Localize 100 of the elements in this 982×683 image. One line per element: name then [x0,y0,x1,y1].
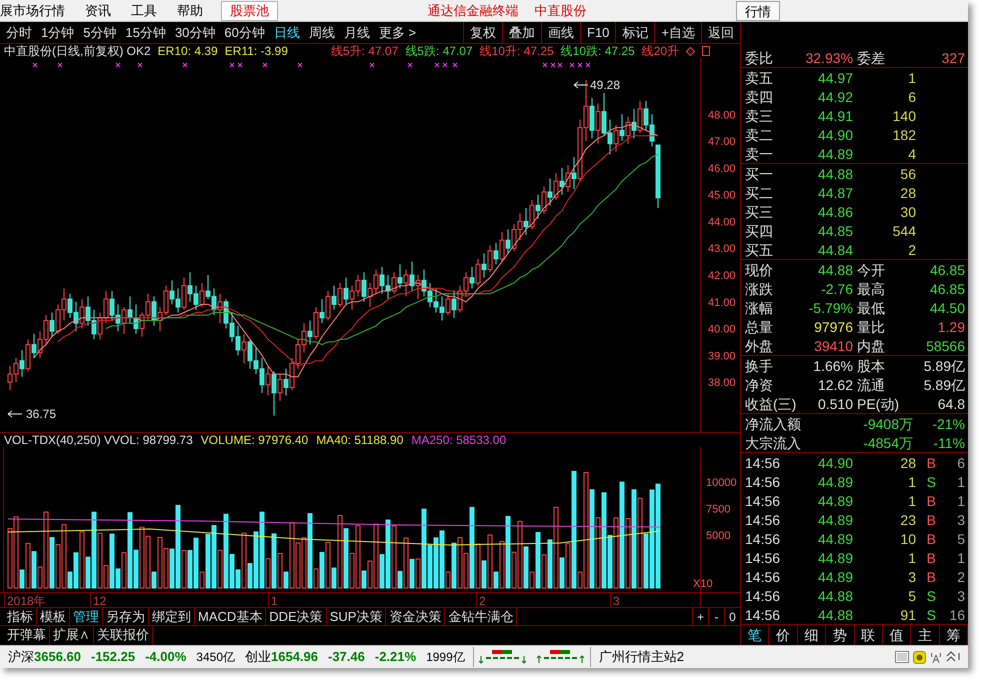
trade-time: 14:56 [745,570,782,584]
toolbar-button[interactable]: 画线 [541,22,580,43]
toolbar-button[interactable]: 返回 [701,22,740,43]
order-volume: 182 [892,128,916,142]
trade-count: 1 [956,474,965,488]
quote-label: 量比 [856,320,886,334]
antenna-icon[interactable] [930,650,942,664]
indicator-value: 线5跌: 47.07 [405,45,473,57]
index-change: -37.46 [328,648,365,666]
trade-side: B [926,532,936,546]
trade-side: B [926,512,936,526]
quote-value: 39410 [813,338,853,352]
arrow-icon [8,410,22,418]
indicator-tab[interactable]: MACD基本 [195,606,266,626]
menu-item[interactable]: 工具 [121,0,167,20]
trade-volume: 91 [899,608,916,622]
market-breadth-icon [478,650,528,664]
indicator-value: 线5升: 47.07 [330,45,398,57]
period-tab[interactable]: 更多 > [378,22,416,42]
period-tab[interactable]: 月线 [344,22,370,42]
order-volume: 140 [892,108,916,122]
indicator-tab[interactable]: 金钻牛满仓 [445,606,518,626]
menu-item[interactable]: 资讯 [75,0,121,20]
toolbar-button[interactable]: 复权 [463,22,502,43]
menu-item[interactable]: 展市场行情 [0,0,75,20]
trade-count: 16 [948,608,965,622]
period-tab[interactable]: 15分钟 [125,22,166,42]
unit-label: X10 [693,578,713,590]
indicator-tab[interactable]: 绑定到 [149,606,195,626]
indicator-tab[interactable]: 资金决策 [386,606,446,626]
zoom-button[interactable]: - [708,608,724,626]
axis-label: 46.00 [708,162,736,175]
trade-side: S [926,588,936,602]
trade-count: 2 [956,570,965,584]
indicator-tab[interactable]: 另存为 [103,606,149,626]
arrows-icon[interactable] [946,651,962,663]
menu-item[interactable]: 股票池 [221,0,278,20]
axis-label: 45.00 [708,190,736,202]
indicator-tab[interactable]: 指标 [4,606,37,626]
toolbar-button[interactable]: F10 [580,22,616,43]
flow-label: 净流入额 [745,416,802,430]
order-volume: 2 [907,242,916,256]
order-volume: 28 [899,186,916,200]
trade-volume: 28 [899,456,916,470]
period-tab[interactable]: 1分钟 [41,22,74,42]
trade-price: 44.88 [816,608,853,622]
period-tab[interactable]: 日线 [274,22,300,42]
quote-label: 涨跌 [745,282,774,296]
high-price-label: 49.28 [590,78,620,92]
period-tab[interactable]: 60分钟 [224,22,265,42]
toolbar-button[interactable]: +自选 [654,22,701,43]
quote-label: 净资 [745,378,774,392]
index-name: 沪深3656.60 [8,648,81,666]
indicator-tab[interactable]: 模板 [37,606,70,626]
low-price-label: 36.75 [26,407,56,421]
axis-label: 38.00 [708,377,736,390]
order-price: 44.85 [816,224,853,238]
indicator-value: MA40: 51188.90 [316,434,404,446]
order-price: 44.87 [816,186,853,200]
quote-value: 32.93% [804,50,853,64]
diamond-icon[interactable] [686,46,696,56]
period-tab[interactable]: 周线 [308,22,335,42]
trade-count: 5 [956,532,965,546]
date-label: 3 [613,594,620,608]
order-price: 44.86 [816,204,853,218]
indicator-tab[interactable]: SUP决策 [326,606,386,626]
axis-label: 7500 [706,504,730,516]
coin-icon[interactable] [913,650,926,664]
market-button[interactable]: 行情 [736,0,780,20]
trade-volume: 1 [907,474,916,488]
zoom-button[interactable]: + [692,608,708,626]
quote-label: 股本 [856,358,886,372]
order-price: 44.92 [816,90,853,104]
window-title: 通达信金融终端 [428,2,518,20]
zoom-button[interactable]: 0 [724,608,740,626]
axis-label: 39.00 [708,350,736,362]
toolbar-button[interactable]: 叠加 [502,22,541,43]
axis-label: 48.00 [708,109,736,122]
axis-label: 44.00 [708,216,736,228]
quote-label: 委比 [745,50,774,64]
menu-item[interactable]: 帮助 [167,0,213,20]
trade-price: 44.89 [816,550,853,564]
period-tab[interactable]: 5分钟 [83,22,116,42]
quote-label: 内盘 [856,338,886,352]
indicator-tab[interactable]: 管理 [70,606,103,626]
indicator-value: MA250: 58533.00 [411,434,506,446]
trade-count: 3 [956,512,965,526]
quote-label: 今开 [856,262,886,276]
period-tab[interactable]: 分时 [6,22,32,42]
order-label: 买三 [745,204,774,218]
toolbar-button[interactable]: 标记 [615,22,654,43]
period-tab[interactable]: 30分钟 [174,22,216,42]
flow-percent: -11% [932,436,965,450]
square-icon[interactable] [702,46,710,56]
index-name: 创业1654.96 [245,648,318,666]
trade-volume: 1 [907,550,916,564]
trade-time: 14:56 [745,550,782,564]
document-icon[interactable] [895,651,909,663]
indicator-tab[interactable]: DDE决策 [266,606,327,626]
quote-label: 外盘 [745,338,774,352]
